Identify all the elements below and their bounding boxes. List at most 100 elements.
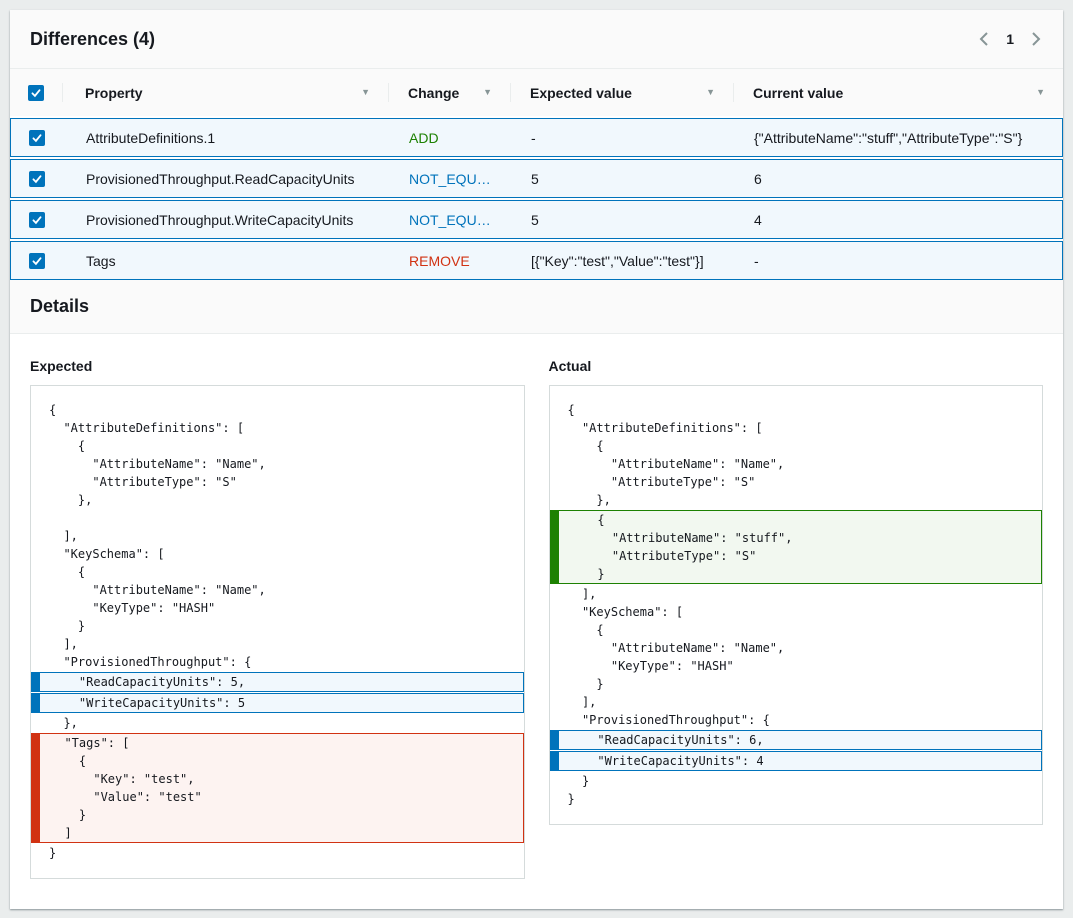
actual-code-box: { "AttributeDefinitions": [ { "Attribute… — [549, 385, 1044, 825]
pagination-next-button[interactable] — [1030, 30, 1043, 48]
diff-marker-bar — [32, 734, 40, 842]
check-icon — [32, 256, 42, 266]
cell-current-value: {"AttributeName":"stuff","AttributeType"… — [734, 130, 1062, 146]
code-line: "ReadCapacityUnits": 6, — [551, 731, 1042, 749]
sort-dropdown-icon[interactable]: ▼ — [483, 88, 492, 97]
diff-change-block: "ReadCapacityUnits": 6, — [550, 730, 1043, 750]
code-line: { — [31, 563, 524, 581]
code-line: "ReadCapacityUnits": 5, — [32, 673, 523, 691]
check-icon — [32, 215, 42, 225]
code-line: "AttributeType": "S" — [550, 473, 1043, 491]
cell-current-value: 4 — [734, 212, 1062, 228]
expected-panel: Expected { "AttributeDefinitions": [ { "… — [30, 358, 525, 879]
cell-property: Tags — [63, 253, 389, 269]
pagination-prev-button[interactable] — [977, 30, 990, 48]
details-title: Details — [30, 296, 1043, 317]
diff-marker-bar — [551, 731, 559, 749]
code-line: "AttributeDefinitions": [ — [31, 419, 524, 437]
code-line: "WriteCapacityUnits": 4 — [551, 752, 1042, 770]
row-checkbox[interactable] — [29, 212, 45, 228]
code-line: "KeySchema": [ — [31, 545, 524, 563]
cell-current-value: 6 — [734, 171, 1062, 187]
check-icon — [32, 133, 42, 143]
pagination-current-page: 1 — [1006, 31, 1014, 47]
code-line: "AttributeName": "Name", — [31, 455, 524, 473]
check-icon — [31, 88, 41, 98]
row-checkbox[interactable] — [29, 130, 45, 146]
code-line: } — [31, 617, 524, 635]
row-checkbox-cell — [11, 212, 63, 228]
code-line: ] — [32, 824, 523, 842]
diff-table-rows: AttributeDefinitions.1ADD-{"AttributeNam… — [10, 118, 1063, 280]
code-line: "Key": "test", — [32, 770, 523, 788]
table-row[interactable]: ProvisionedThroughput.WriteCapacityUnits… — [10, 200, 1063, 239]
code-line: ], — [550, 585, 1043, 603]
row-checkbox[interactable] — [29, 171, 45, 187]
cell-expected-value: 5 — [511, 171, 734, 187]
cell-expected-value: 5 — [511, 212, 734, 228]
code-line: } — [550, 790, 1043, 808]
diff-remove-block: "Tags": [ { "Key": "test", "Value": "tes… — [31, 733, 524, 843]
code-line: } — [32, 806, 523, 824]
code-line: { — [31, 401, 524, 419]
diff-marker-bar — [32, 673, 40, 691]
details-body: Expected { "AttributeDefinitions": [ { "… — [10, 334, 1063, 909]
diff-marker-bar — [551, 752, 559, 770]
code-line: { — [550, 621, 1043, 639]
expected-code-box: { "AttributeDefinitions": [ { "Attribute… — [30, 385, 525, 879]
cell-change: REMOVE — [389, 253, 511, 269]
cell-change: NOT_EQUAL — [389, 212, 511, 228]
cell-current-value: - — [734, 253, 1062, 269]
code-line: } — [550, 772, 1043, 790]
code-line: } — [31, 844, 524, 862]
column-header-label: Property — [85, 85, 143, 101]
code-line: { — [31, 437, 524, 455]
details-header: Details — [10, 280, 1063, 334]
diff-marker-bar — [551, 511, 559, 583]
sort-dropdown-icon[interactable]: ▼ — [1036, 88, 1045, 97]
code-line: "KeyType": "HASH" — [31, 599, 524, 617]
differences-title: Differences (4) — [30, 29, 155, 50]
select-all-checkbox[interactable] — [28, 85, 44, 101]
code-line: "Value": "test" — [32, 788, 523, 806]
code-line: "AttributeName": "Name", — [31, 581, 524, 599]
code-line: { — [32, 752, 523, 770]
chevron-right-icon — [1032, 32, 1041, 46]
code-line: "KeySchema": [ — [550, 603, 1043, 621]
row-checkbox-cell — [11, 130, 63, 146]
code-line: "ProvisionedThroughput": { — [31, 653, 524, 671]
cell-property: ProvisionedThroughput.ReadCapacityUnits — [63, 171, 389, 187]
code-line: "AttributeName": "Name", — [550, 639, 1043, 657]
sort-dropdown-icon[interactable]: ▼ — [706, 88, 715, 97]
diff-add-block: { "AttributeName": "stuff", "AttributeTy… — [550, 510, 1043, 584]
table-row[interactable]: AttributeDefinitions.1ADD-{"AttributeNam… — [10, 118, 1063, 157]
check-icon — [32, 174, 42, 184]
code-line: ], — [31, 635, 524, 653]
column-header-label: Current value — [753, 85, 843, 101]
cell-property: ProvisionedThroughput.WriteCapacityUnits — [63, 212, 389, 228]
column-header-label: Expected value — [530, 85, 632, 101]
table-row[interactable]: TagsREMOVE[{"Key":"test","Value":"test"}… — [10, 241, 1063, 280]
row-checkbox[interactable] — [29, 253, 45, 269]
code-line: "Tags": [ — [32, 734, 523, 752]
code-line: ], — [550, 693, 1043, 711]
diff-marker-bar — [32, 694, 40, 712]
column-header-property: Property ▼ — [62, 69, 388, 116]
code-line: "AttributeName": "stuff", — [551, 529, 1042, 547]
diff-change-block: "WriteCapacityUnits": 4 — [550, 751, 1043, 771]
code-line: } — [551, 565, 1042, 583]
sort-dropdown-icon[interactable]: ▼ — [361, 88, 370, 97]
expected-panel-label: Expected — [30, 358, 525, 374]
row-checkbox-cell — [11, 253, 63, 269]
code-line: }, — [31, 714, 524, 732]
code-line: "KeyType": "HASH" — [550, 657, 1043, 675]
code-line: }, — [31, 491, 524, 509]
actual-panel-label: Actual — [549, 358, 1044, 374]
code-line: } — [550, 675, 1043, 693]
differences-header: Differences (4) 1 — [10, 10, 1063, 69]
table-row[interactable]: ProvisionedThroughput.ReadCapacityUnitsN… — [10, 159, 1063, 198]
code-line: "AttributeName": "Name", — [550, 455, 1043, 473]
code-line: "ProvisionedThroughput": { — [550, 711, 1043, 729]
code-line: }, — [550, 491, 1043, 509]
cell-expected-value: [{"Key":"test","Value":"test"}] — [511, 253, 734, 269]
